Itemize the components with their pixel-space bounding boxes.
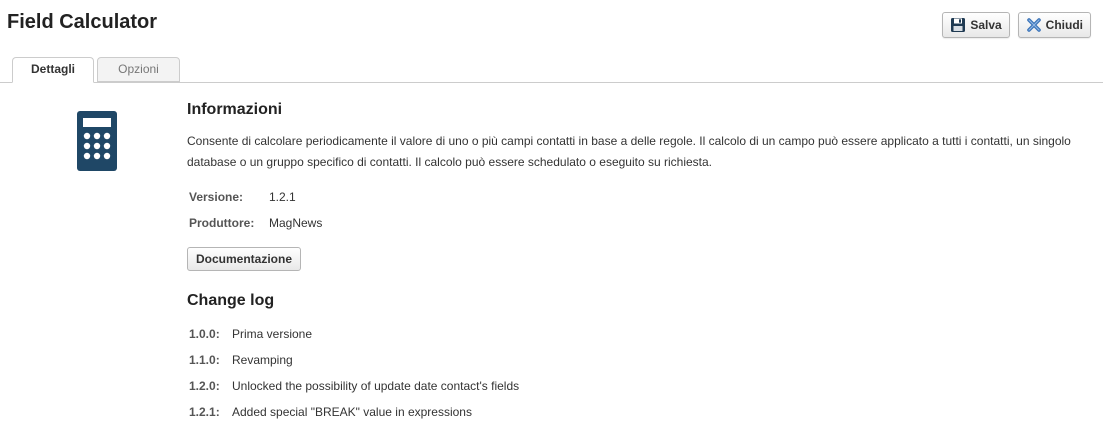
changelog-text: Revamping	[232, 353, 293, 367]
floppy-disk-icon	[950, 17, 966, 33]
changelog-item: 1.1.0: Revamping	[187, 347, 1087, 373]
version-value: 1.2.1	[269, 190, 296, 204]
changelog-version: 1.0.0:	[189, 327, 220, 341]
changelog-item: 1.2.1: Added special "BREAK" value in ex…	[187, 399, 1087, 425]
documentation-button[interactable]: Documentazione	[187, 247, 302, 271]
info-table: Versione: 1.2.1 Produttore: MagNews	[187, 184, 322, 236]
producer-label: Produttore:	[189, 216, 255, 230]
tab-bar: Dettagli Opzioni	[0, 56, 1103, 83]
close-button[interactable]: Chiudi	[1017, 12, 1091, 38]
calculator-icon	[77, 111, 117, 171]
save-button[interactable]: Salva	[942, 12, 1010, 38]
changelog-text: Prima versione	[232, 327, 313, 341]
changelog-item: 1.2.0: Unlocked the possibility of updat…	[187, 373, 1087, 399]
changelog-title: Change log	[187, 292, 275, 309]
changelog-list: 1.0.0: Prima versione 1.1.0: Revamping 1…	[187, 321, 1087, 425]
version-label: Versione:	[189, 190, 244, 204]
changelog-version: 1.2.0:	[189, 379, 220, 393]
tab-dettagli[interactable]: Dettagli	[12, 57, 94, 83]
version-row: Versione: 1.2.1	[187, 184, 322, 210]
info-description: Consente di calcolare periodicamente il …	[187, 134, 1071, 169]
tab-opzioni[interactable]: Opzioni	[97, 57, 180, 82]
changelog-version: 1.1.0:	[189, 353, 220, 367]
page: Field Calculator Salva Chiudi Dettagli O…	[0, 0, 1103, 431]
info-title: Informazioni	[187, 101, 283, 118]
producer-row: Produttore: MagNews	[187, 210, 322, 236]
changelog-item: 1.0.0: Prima versione	[187, 321, 1087, 347]
changelog-version: 1.2.1:	[189, 405, 220, 419]
changelog-text: Added special "BREAK" value in expressio…	[232, 405, 472, 419]
details-panel: Informazioni Consente di calcolare perio…	[187, 100, 1087, 425]
page-title: Field Calculator	[7, 11, 158, 33]
save-button-label: Salva	[970, 18, 1002, 32]
producer-value: MagNews	[269, 216, 323, 230]
toolbar: Salva Chiudi	[942, 12, 1091, 38]
close-button-label: Chiudi	[1045, 18, 1083, 32]
close-x-icon	[1026, 17, 1042, 33]
changelog-text: Unlocked the possibility of update date …	[232, 379, 520, 393]
